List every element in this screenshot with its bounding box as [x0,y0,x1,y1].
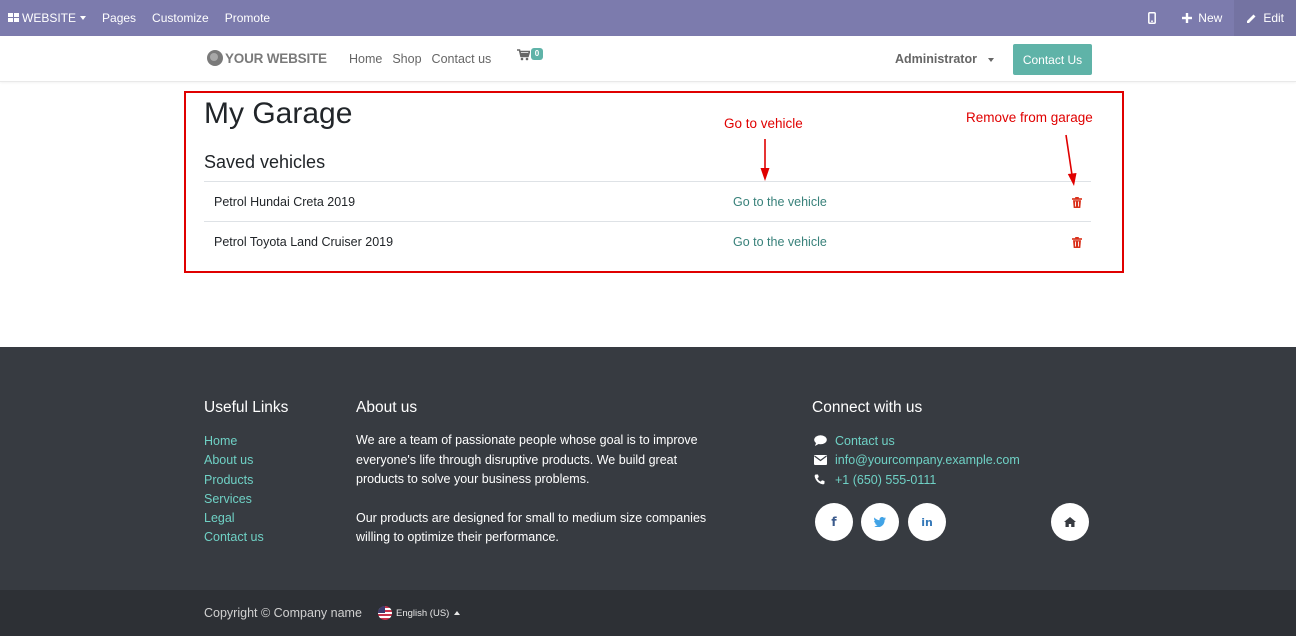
user-menu-label: Administrator [895,52,977,66]
vehicle-name: Petrol Toyota Land Cruiser 2019 [214,235,394,249]
home-icon [1064,517,1076,527]
nav-home[interactable]: Home [349,52,382,66]
table-row: Petrol Toyota Land Cruiser 2019 Go to th… [204,221,1091,261]
comment-icon [814,435,835,447]
cart-count-badge: 0 [531,48,543,60]
footer-link-home[interactable]: Home [204,432,264,451]
website-menu[interactable]: WEBSITE [0,0,94,36]
about-us-title: About us [356,399,418,416]
cart-button[interactable]: 0 [517,48,543,61]
connect-contact-link[interactable]: Contact us [835,434,895,448]
caret-down-icon [80,16,87,20]
connect-email[interactable]: info@yourcompany.example.com [814,451,1020,471]
facebook-button[interactable]: f [815,503,853,541]
user-menu[interactable]: Administrator [895,52,995,66]
new-button-label: New [1198,11,1223,25]
copyright-bar: Copyright © Company name English (US) [0,590,1296,636]
about-us-text: We are a team of passionate people whose… [356,431,716,548]
globe-icon [207,50,223,66]
linkedin-icon: in [921,515,933,529]
saved-vehicles-table: Petrol Hundai Creta 2019 Go to the vehic… [204,181,1091,261]
connect-title: Connect with us [812,399,923,416]
useful-links-list: Home About us Products Services Legal Co… [204,432,264,548]
site-header: YOUR WEBSITE Home Shop Contact us 0 Admi… [0,36,1296,82]
connect-phone[interactable]: +1 (650) 555-0111 [814,470,1020,490]
saved-vehicles-heading: Saved vehicles [204,152,326,172]
page-title: My Garage [204,97,353,130]
mobile-icon [1148,12,1157,24]
footer-link-contact-us[interactable]: Contact us [204,528,264,547]
grid-icon [8,13,19,22]
nav-contact-us[interactable]: Contact us [432,52,492,66]
caret-down-icon [988,57,995,62]
phone-icon [814,474,835,485]
trash-icon[interactable] [1072,236,1082,251]
about-paragraph-1: We are a team of passionate people whose… [356,433,698,486]
footer-link-legal[interactable]: Legal [204,509,264,528]
home-button[interactable] [1051,503,1089,541]
caret-up-icon [454,611,461,615]
footer-link-about-us[interactable]: About us [204,451,264,470]
linkedin-button[interactable]: in [908,503,946,541]
table-row: Petrol Hundai Creta 2019 Go to the vehic… [204,181,1091,221]
mobile-preview-button[interactable] [1134,0,1170,36]
site-logo[interactable]: YOUR WEBSITE [207,50,327,66]
copyright-text: Copyright © Company name [204,606,362,620]
us-flag-icon [378,606,392,620]
useful-links-title: Useful Links [204,399,289,416]
customize-menu[interactable]: Customize [144,0,217,36]
footer-link-products[interactable]: Products [204,471,264,490]
trash-icon[interactable] [1072,196,1082,211]
contact-us-button[interactable]: Contact Us [1013,44,1092,75]
logo-text: YOUR WEBSITE [225,50,327,66]
footer-link-services[interactable]: Services [204,490,264,509]
language-label: English (US) [396,607,450,619]
main-nav: Home Shop Contact us [349,52,491,66]
website-menu-label: WEBSITE [22,11,77,25]
editor-bar: WEBSITE Pages Customize Promote New Edit [0,0,1296,36]
connect-email-link[interactable]: info@yourcompany.example.com [835,453,1020,467]
pages-menu[interactable]: Pages [94,0,144,36]
go-to-vehicle-link[interactable]: Go to the vehicle [733,235,827,249]
envelope-icon [814,455,835,466]
edit-button-label: Edit [1263,11,1284,25]
nav-shop[interactable]: Shop [392,52,421,66]
pencil-icon [1247,14,1256,23]
connect-contact[interactable]: Contact us [814,431,1020,451]
twitter-button[interactable] [861,503,899,541]
connect-phone-link[interactable]: +1 (650) 555-0111 [835,473,936,487]
annotation-remove-from-garage: Remove from garage [966,110,1093,125]
site-footer: Useful Links Home About us Products Serv… [0,347,1296,590]
connect-list: Contact us info@yourcompany.example.com … [814,431,1020,490]
new-button[interactable]: New [1170,0,1234,36]
facebook-icon: f [831,515,837,529]
plus-icon [1182,13,1193,23]
go-to-vehicle-link[interactable]: Go to the vehicle [733,195,827,209]
vehicle-name: Petrol Hundai Creta 2019 [214,195,356,209]
annotation-go-to-vehicle: Go to vehicle [724,116,803,131]
shopping-cart-icon [517,49,530,61]
language-selector[interactable]: English (US) [378,606,461,620]
about-paragraph-2: Our products are designed for small to m… [356,510,707,545]
twitter-icon [874,517,886,527]
promote-menu[interactable]: Promote [217,0,278,36]
edit-button[interactable]: Edit [1234,0,1296,36]
